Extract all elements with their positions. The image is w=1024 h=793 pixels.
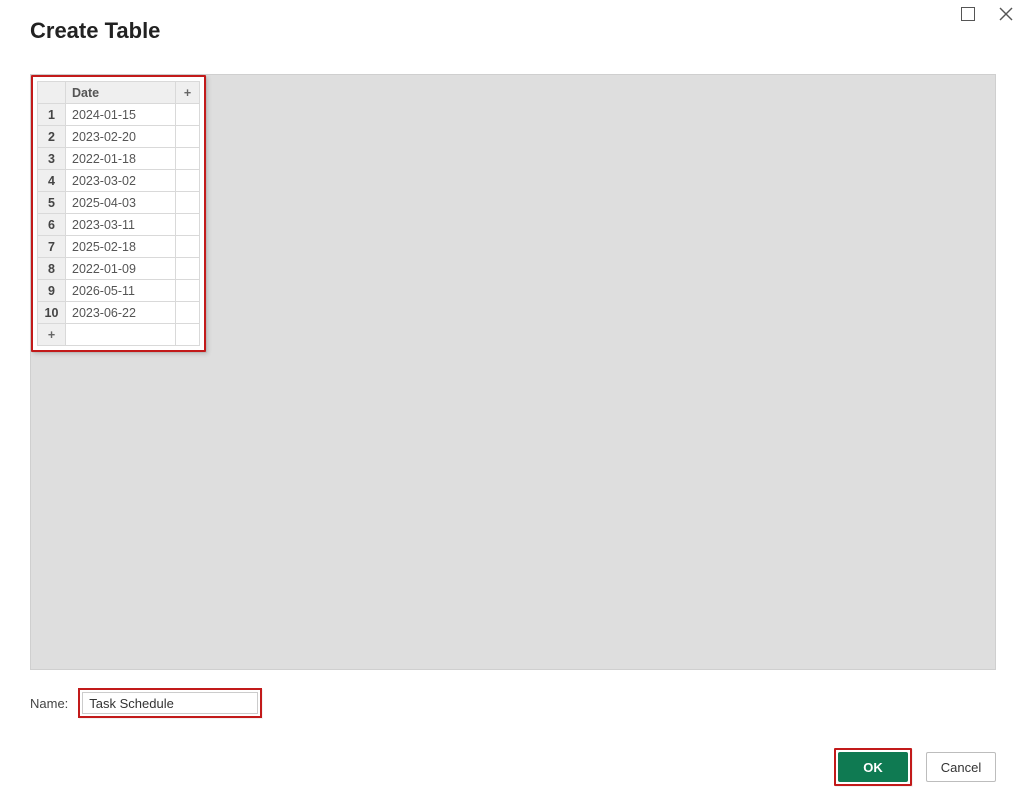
row-number: 8 bbox=[38, 258, 66, 280]
table-row[interactable]: 32022-01-18 bbox=[38, 148, 200, 170]
date-cell[interactable]: 2023-02-20 bbox=[66, 126, 176, 148]
row-number: 10 bbox=[38, 302, 66, 324]
add-column-button[interactable]: + bbox=[176, 82, 200, 104]
close-icon[interactable] bbox=[996, 4, 1016, 24]
empty-cell bbox=[176, 126, 200, 148]
date-cell[interactable]: 2023-03-02 bbox=[66, 170, 176, 192]
empty-cell bbox=[176, 170, 200, 192]
row-number: 6 bbox=[38, 214, 66, 236]
table-row[interactable]: 92026-05-11 bbox=[38, 280, 200, 302]
column-header-date[interactable]: Date bbox=[66, 82, 176, 104]
row-number: 3 bbox=[38, 148, 66, 170]
date-cell[interactable]: 2023-06-22 bbox=[66, 302, 176, 324]
empty-cell bbox=[176, 192, 200, 214]
table-preview-pane: Date + 12024-01-1522023-02-2032022-01-18… bbox=[30, 74, 996, 670]
date-cell[interactable]: 2025-04-03 bbox=[66, 192, 176, 214]
date-cell[interactable]: 2025-02-18 bbox=[66, 236, 176, 258]
row-number: 5 bbox=[38, 192, 66, 214]
empty-cell bbox=[176, 236, 200, 258]
table-row[interactable]: 22023-02-20 bbox=[38, 126, 200, 148]
empty-cell bbox=[176, 324, 200, 346]
date-cell[interactable]: 2022-01-09 bbox=[66, 258, 176, 280]
empty-cell bbox=[176, 148, 200, 170]
date-cell[interactable]: 2026-05-11 bbox=[66, 280, 176, 302]
empty-cell bbox=[176, 302, 200, 324]
date-cell[interactable]: 2024-01-15 bbox=[66, 104, 176, 126]
row-number: 9 bbox=[38, 280, 66, 302]
table-highlight: Date + 12024-01-1522023-02-2032022-01-18… bbox=[31, 75, 206, 352]
ok-button[interactable]: OK bbox=[838, 752, 908, 782]
row-number: 4 bbox=[38, 170, 66, 192]
name-label: Name: bbox=[30, 696, 68, 711]
add-row[interactable]: + bbox=[38, 324, 200, 346]
row-number: 1 bbox=[38, 104, 66, 126]
date-cell[interactable]: 2022-01-18 bbox=[66, 148, 176, 170]
data-table[interactable]: Date + 12024-01-1522023-02-2032022-01-18… bbox=[37, 81, 200, 346]
table-row[interactable]: 72025-02-18 bbox=[38, 236, 200, 258]
empty-cell bbox=[176, 258, 200, 280]
empty-cell bbox=[176, 104, 200, 126]
table-row[interactable]: 42023-03-02 bbox=[38, 170, 200, 192]
row-number: 7 bbox=[38, 236, 66, 258]
table-name-input[interactable] bbox=[82, 692, 258, 714]
table-row[interactable]: 52025-04-03 bbox=[38, 192, 200, 214]
dialog-title: Create Table bbox=[30, 18, 160, 44]
add-row-button[interactable]: + bbox=[38, 324, 66, 346]
name-input-highlight bbox=[78, 688, 262, 718]
table-row[interactable]: 82022-01-09 bbox=[38, 258, 200, 280]
corner-cell bbox=[38, 82, 66, 104]
empty-cell bbox=[176, 280, 200, 302]
row-number: 2 bbox=[38, 126, 66, 148]
restore-icon[interactable] bbox=[958, 4, 978, 24]
ok-button-highlight: OK bbox=[834, 748, 912, 786]
table-row[interactable]: 62023-03-11 bbox=[38, 214, 200, 236]
cancel-button[interactable]: Cancel bbox=[926, 752, 996, 782]
empty-cell bbox=[66, 324, 176, 346]
table-row[interactable]: 12024-01-15 bbox=[38, 104, 200, 126]
date-cell[interactable]: 2023-03-11 bbox=[66, 214, 176, 236]
table-row[interactable]: 102023-06-22 bbox=[38, 302, 200, 324]
empty-cell bbox=[176, 214, 200, 236]
